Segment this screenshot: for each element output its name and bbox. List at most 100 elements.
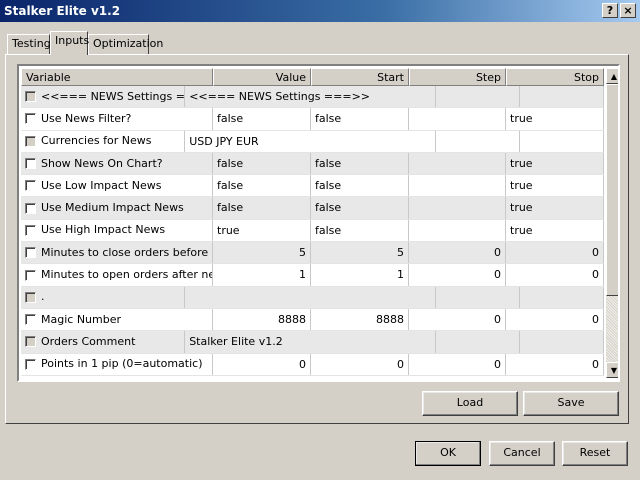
- optimize-checkbox[interactable]: [25, 358, 36, 370]
- optimize-checkbox[interactable]: [25, 91, 36, 103]
- column-header-value[interactable]: Value: [213, 68, 311, 86]
- start-cell[interactable]: false: [311, 219, 409, 242]
- start-cell[interactable]: 1: [311, 264, 409, 286]
- optimize-checkbox[interactable]: [25, 202, 36, 214]
- start-cell[interactable]: 5: [311, 242, 409, 264]
- value-cell[interactable]: false: [213, 175, 311, 197]
- start-cell[interactable]: false: [311, 152, 409, 175]
- column-header-step[interactable]: Step: [409, 68, 506, 86]
- step-cell[interactable]: [436, 331, 520, 353]
- step-cell[interactable]: [409, 219, 506, 242]
- stop-cell[interactable]: [520, 130, 605, 152]
- reset-button[interactable]: Reset: [562, 441, 628, 466]
- value-cell[interactable]: false: [213, 197, 311, 219]
- step-cell[interactable]: [409, 175, 506, 197]
- scroll-up-icon[interactable]: ▲: [606, 68, 618, 84]
- optimize-checkbox[interactable]: [25, 291, 36, 303]
- step-cell[interactable]: 0: [409, 264, 506, 286]
- stop-cell[interactable]: true: [506, 197, 604, 219]
- scroll-down-icon[interactable]: ▼: [606, 362, 618, 378]
- stop-cell[interactable]: [520, 86, 605, 108]
- value-cell[interactable]: USD JPY EUR: [185, 130, 436, 152]
- tab-inputs[interactable]: Inputs: [50, 31, 89, 55]
- start-cell[interactable]: 8888: [311, 308, 409, 331]
- stop-cell[interactable]: 0: [506, 353, 604, 375]
- tab-optimization[interactable]: Optimization: [88, 34, 163, 54]
- value-cell[interactable]: false: [213, 108, 311, 130]
- help-button[interactable]: ?: [602, 3, 618, 18]
- step-cell[interactable]: [436, 130, 520, 152]
- tab-testing[interactable]: Testing: [7, 34, 51, 54]
- value-cell[interactable]: [185, 286, 436, 308]
- step-cell[interactable]: 0: [409, 353, 506, 375]
- table-row[interactable]: Magic Number 8888 8888 0 0: [21, 308, 604, 332]
- table-row[interactable]: .: [21, 286, 605, 309]
- step-cell[interactable]: [409, 197, 506, 219]
- variable-name: Orders Comment: [41, 334, 136, 348]
- table-row[interactable]: Use News Filter? false false true: [21, 108, 604, 131]
- table-row[interactable]: Currencies for News USD JPY EUR: [21, 130, 605, 153]
- start-cell[interactable]: 0: [311, 353, 409, 375]
- optimize-checkbox[interactable]: [25, 135, 36, 147]
- column-header-stop[interactable]: Stop: [506, 68, 604, 86]
- step-cell[interactable]: [436, 286, 520, 308]
- value-cell[interactable]: false: [213, 152, 311, 175]
- step-cell[interactable]: [409, 108, 506, 130]
- stop-cell[interactable]: true: [506, 219, 604, 242]
- stop-cell[interactable]: [520, 286, 605, 308]
- value-cell[interactable]: 0: [213, 353, 311, 375]
- scroll-thumb[interactable]: [606, 84, 618, 296]
- value-cell[interactable]: <<=== NEWS Settings ===>>: [185, 86, 436, 108]
- table-row[interactable]: Use High Impact News true false true: [21, 219, 604, 243]
- stop-cell[interactable]: true: [506, 175, 604, 197]
- table-row[interactable]: Minutes to close orders before news 5 5 …: [21, 242, 604, 265]
- table-row[interactable]: Points in 1 pip (0=automatic) 0 0 0 0: [21, 353, 604, 376]
- table-row[interactable]: Minutes to open orders after news 1 1 0 …: [21, 264, 604, 287]
- optimize-checkbox[interactable]: [25, 224, 36, 236]
- optimize-checkbox[interactable]: [25, 158, 36, 170]
- table-row[interactable]: <<=== NEWS Settings ===>> <<=== NEWS Set…: [21, 86, 605, 109]
- title-bar: Stalker Elite v1.2 ? ×: [0, 0, 640, 22]
- optimize-checkbox[interactable]: [25, 336, 36, 348]
- save-button[interactable]: Save: [523, 391, 619, 416]
- optimize-checkbox[interactable]: [25, 113, 36, 125]
- stop-cell[interactable]: true: [506, 108, 604, 130]
- load-button[interactable]: Load: [422, 391, 518, 416]
- start-cell[interactable]: false: [311, 175, 409, 197]
- table-row[interactable]: Use Low Impact News false false true: [21, 175, 604, 198]
- optimize-checkbox[interactable]: [25, 180, 36, 192]
- value-cell[interactable]: 5: [213, 242, 311, 264]
- step-cell[interactable]: 0: [409, 242, 506, 264]
- variable-name: Magic Number: [41, 312, 122, 326]
- stop-cell[interactable]: 0: [506, 242, 604, 264]
- stop-cell[interactable]: true: [506, 152, 604, 175]
- value-cell[interactable]: 8888: [213, 308, 311, 331]
- optimize-checkbox[interactable]: [25, 247, 36, 259]
- table-row[interactable]: Use Medium Impact News false false true: [21, 197, 604, 220]
- stop-cell[interactable]: 0: [506, 264, 604, 286]
- table-row[interactable]: Orders Comment Stalker Elite v1.2: [21, 331, 605, 354]
- column-header-variable[interactable]: Variable: [21, 68, 213, 86]
- optimize-checkbox[interactable]: [25, 314, 36, 326]
- start-cell[interactable]: false: [311, 108, 409, 130]
- stop-cell[interactable]: 0: [506, 308, 604, 331]
- column-header-start[interactable]: Start: [311, 68, 409, 86]
- stop-cell[interactable]: [520, 331, 605, 353]
- value-cell[interactable]: true: [213, 219, 311, 242]
- step-cell[interactable]: [409, 152, 506, 175]
- vertical-scrollbar[interactable]: ▲ ▼: [606, 68, 618, 378]
- step-cell[interactable]: [436, 86, 520, 108]
- cancel-button[interactable]: Cancel: [489, 441, 555, 466]
- variable-name: Minutes to close orders before news: [41, 245, 212, 259]
- step-cell[interactable]: 0: [409, 308, 506, 331]
- variable-cell: Use News Filter?: [21, 108, 213, 130]
- variable-name: Use High Impact News: [41, 223, 166, 237]
- table-row[interactable]: Show News On Chart? false false true: [21, 152, 604, 176]
- value-cell[interactable]: Stalker Elite v1.2: [185, 331, 436, 353]
- variable-cell: Orders Comment: [21, 331, 186, 353]
- start-cell[interactable]: false: [311, 197, 409, 219]
- value-cell[interactable]: 1: [213, 264, 311, 286]
- optimize-checkbox[interactable]: [25, 269, 36, 281]
- close-button[interactable]: ×: [620, 3, 636, 18]
- ok-button[interactable]: OK: [415, 441, 481, 466]
